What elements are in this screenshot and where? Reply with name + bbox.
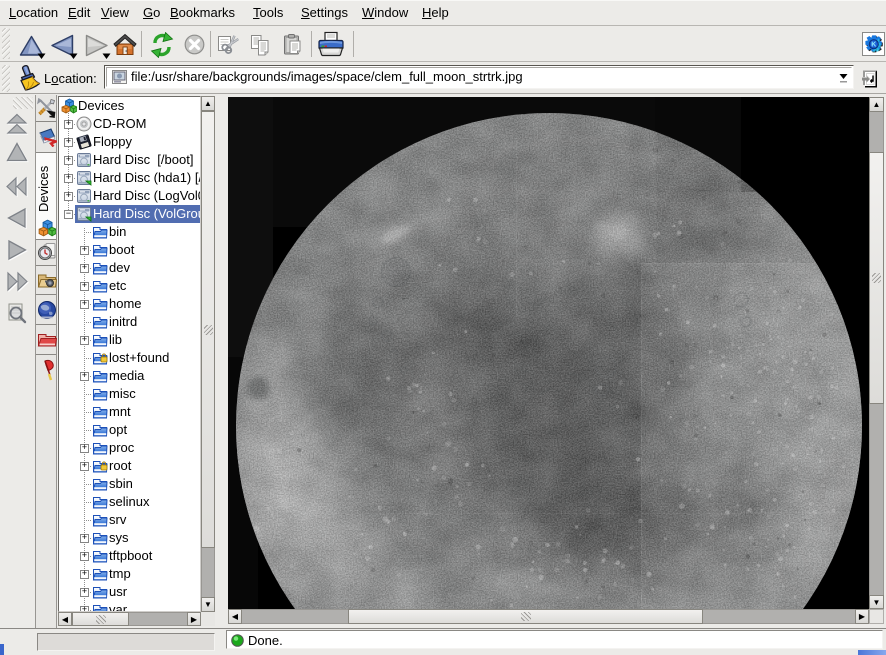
svg-text:K: K [871, 42, 876, 49]
